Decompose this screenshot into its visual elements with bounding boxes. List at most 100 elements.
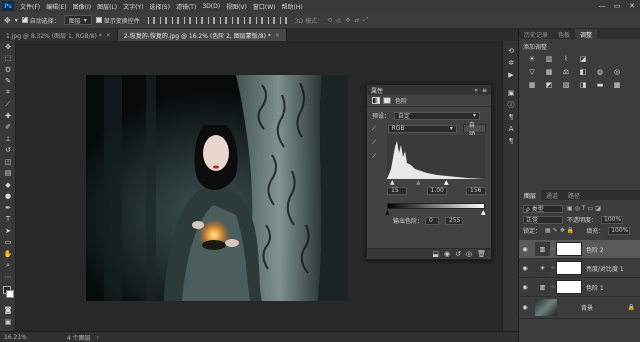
- selective-color-icon[interactable]: ▩: [612, 81, 622, 90]
- channel-mixer-icon[interactable]: ◎: [612, 68, 622, 77]
- distribute-vcenter-icon[interactable]: [231, 16, 239, 24]
- auto-select-target-dropdown[interactable]: 图层 ▾: [63, 15, 92, 25]
- minimize-button[interactable]: —: [596, 1, 608, 11]
- fill-field[interactable]: 100%: [608, 226, 631, 235]
- channel-dropdown[interactable]: RGB ▾: [387, 124, 457, 133]
- distribute-hcenter-icon[interactable]: [267, 16, 275, 24]
- tab-swatches[interactable]: 色板: [553, 29, 575, 39]
- menu-help[interactable]: 帮助(H): [279, 2, 306, 11]
- quick-mask-icon[interactable]: ◙: [0, 305, 16, 317]
- trash-icon[interactable]: 🗑: [477, 250, 486, 258]
- menu-image[interactable]: 图像(I): [70, 2, 94, 11]
- hue-saturation-icon[interactable]: ▦: [544, 68, 554, 77]
- layer-row[interactable]: ◉ ☀ ∞ 亮度/对比度 1: [519, 259, 640, 278]
- input-white-field[interactable]: 156: [466, 186, 486, 195]
- align-bottom-icon[interactable]: [171, 16, 179, 24]
- eye-icon[interactable]: ◉: [519, 284, 531, 291]
- menu-filter[interactable]: 滤镜(T): [173, 2, 199, 11]
- view-previous-icon[interactable]: ◉: [444, 250, 450, 258]
- maximize-button[interactable]: ▭: [611, 1, 623, 11]
- tab-document-2[interactable]: 2-恢复的-恢复的.jpg @ 16.2% (色阶 2, 图层蒙版/8) * ×: [117, 29, 287, 41]
- threshold-icon[interactable]: ◨: [578, 81, 588, 90]
- background-color-swatch[interactable]: [6, 289, 14, 298]
- clone-stamp-tool-icon[interactable]: ⊥: [0, 133, 16, 145]
- hand-tool-icon[interactable]: ✋: [0, 248, 16, 260]
- menu-window[interactable]: 窗口(W): [250, 2, 279, 11]
- zoom-tool-icon[interactable]: ⌕: [0, 260, 16, 272]
- preset-dropdown[interactable]: 自定 ▾: [394, 111, 480, 120]
- align-left-icon[interactable]: [183, 16, 191, 24]
- brush-preset-icon[interactable]: ✲: [503, 57, 519, 69]
- align-right-icon[interactable]: [207, 16, 215, 24]
- reset-icon[interactable]: ↺: [455, 250, 461, 258]
- type-tool-icon[interactable]: T: [0, 214, 16, 226]
- tab-paths[interactable]: 路径: [563, 190, 585, 200]
- curves-icon[interactable]: ⌇: [561, 55, 571, 64]
- menu-edit[interactable]: 编辑(E): [43, 2, 69, 11]
- distribute-top-icon[interactable]: [219, 16, 227, 24]
- levels-icon[interactable]: ▥: [544, 55, 554, 64]
- crop-tool-icon[interactable]: ⌗: [0, 87, 16, 99]
- eyedropper-black-icon[interactable]: ⟋: [372, 125, 378, 133]
- menu-type[interactable]: 文字(Y): [120, 2, 146, 11]
- gradient-map-icon[interactable]: ▬: [595, 81, 605, 90]
- menu-3d[interactable]: 3D(D): [199, 3, 223, 10]
- 3d-roll-icon[interactable]: ◎: [336, 17, 341, 24]
- 3d-scale-icon[interactable]: ⤢: [363, 16, 368, 24]
- photo-filter-icon[interactable]: ◍: [595, 68, 605, 77]
- align-vcenter-icon[interactable]: [159, 16, 167, 24]
- eraser-tool-icon[interactable]: ◫: [0, 156, 16, 168]
- distribute-left-icon[interactable]: [255, 16, 263, 24]
- eye-icon[interactable]: ◉: [519, 304, 531, 311]
- color-balance-icon[interactable]: ⚖: [561, 68, 571, 77]
- quick-select-tool-icon[interactable]: ✎: [0, 76, 16, 88]
- pen-tool-icon[interactable]: ✒: [0, 202, 16, 214]
- lasso-tool-icon[interactable]: ʘ: [0, 64, 16, 76]
- layer-mask-icon[interactable]: [383, 97, 391, 104]
- input-gamma-slider[interactable]: ▲: [416, 179, 421, 186]
- visibility-eye-icon[interactable]: ◎: [466, 250, 472, 258]
- brightness-contrast-icon[interactable]: ☀: [527, 55, 537, 64]
- layer-mask-thumbnail[interactable]: [556, 242, 582, 256]
- close-icon[interactable]: ×: [275, 32, 280, 39]
- auto-select-checkbox[interactable]: [21, 15, 28, 23]
- eye-icon[interactable]: ◉: [519, 246, 531, 253]
- blur-tool-icon[interactable]: ◆: [0, 179, 16, 191]
- tab-layers[interactable]: 图层: [519, 190, 542, 200]
- output-black-field[interactable]: 0: [425, 216, 440, 225]
- 3d-drag-icon[interactable]: ✥: [345, 17, 350, 24]
- marquee-tool-icon[interactable]: ⬚: [0, 53, 16, 65]
- 3d-rotate-icon[interactable]: ⟲: [327, 17, 332, 24]
- layer-mask-thumbnail[interactable]: [556, 261, 582, 275]
- brush-tool-icon[interactable]: ✐: [0, 122, 16, 134]
- output-white-field[interactable]: 255: [445, 216, 464, 225]
- paragraph-style-icon[interactable]: ¶: [503, 135, 519, 147]
- properties-panel-icon[interactable]: ▣: [503, 87, 519, 99]
- tab-channels[interactable]: 通道: [541, 190, 563, 200]
- eye-icon[interactable]: ◉: [519, 265, 531, 272]
- menu-layer[interactable]: 图层(L): [94, 2, 120, 11]
- paragraph-panel-icon[interactable]: ¶: [503, 111, 519, 123]
- output-white-slider[interactable]: ▲: [481, 209, 486, 216]
- screen-mode-icon[interactable]: ▣: [0, 316, 16, 328]
- eyedropper-gray-icon[interactable]: ⟋: [372, 139, 376, 147]
- eyedropper-white-icon[interactable]: ⟋: [372, 153, 376, 161]
- auto-button[interactable]: 自动: [462, 122, 487, 138]
- collapse-icon[interactable]: «: [474, 87, 478, 94]
- zoom-level[interactable]: 16.21%: [4, 334, 27, 341]
- menu-file[interactable]: 文件(F): [17, 2, 43, 11]
- align-hcenter-icon[interactable]: [195, 16, 203, 24]
- chevron-right-icon[interactable]: ›: [97, 334, 99, 341]
- tab-history[interactable]: 历史记录: [519, 29, 553, 39]
- 3d-slide-icon[interactable]: ⇄: [354, 17, 359, 24]
- layer-row[interactable]: ◉ 背景 🔒: [519, 297, 640, 319]
- output-black-slider[interactable]: ▲: [385, 209, 390, 216]
- close-icon[interactable]: ×: [106, 32, 111, 39]
- gradient-tool-icon[interactable]: ▤: [0, 168, 16, 180]
- color-swatches[interactable]: [0, 283, 16, 305]
- layer-mask-thumbnail[interactable]: [556, 280, 582, 294]
- layer-filter-dropdown[interactable]: ρ 类型: [523, 204, 563, 213]
- close-window-button[interactable]: ✕: [626, 1, 638, 11]
- move-tool-icon[interactable]: ✥: [0, 41, 16, 53]
- history-panel-icon[interactable]: ⟲: [503, 45, 519, 57]
